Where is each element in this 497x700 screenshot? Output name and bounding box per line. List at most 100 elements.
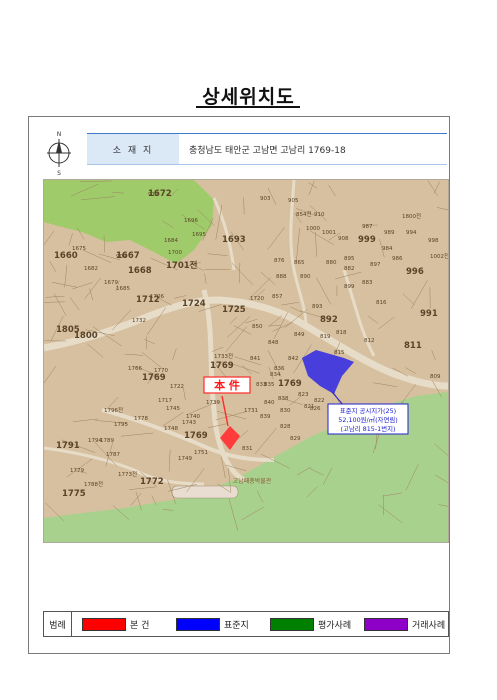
address-label: 소 재 지 bbox=[87, 134, 179, 164]
parcel-label: 1800전 bbox=[402, 212, 421, 220]
standard-note-line-2: 52,100원/㎡(자연림) bbox=[338, 415, 397, 424]
parcel-label: 991 bbox=[420, 309, 438, 319]
parcel-label: 854전 bbox=[296, 210, 312, 218]
parcel-label: 897 bbox=[370, 262, 381, 268]
parcel-label: 880 bbox=[326, 260, 337, 266]
parcel-label: 835 bbox=[264, 382, 275, 388]
parcel-label: 815 bbox=[334, 350, 345, 356]
legend-item-standard: 표준지 bbox=[176, 617, 260, 631]
legend-label-appraisal: 평가사례 bbox=[318, 620, 352, 631]
parcel-label: 1769 bbox=[210, 361, 234, 371]
parcel-label: 850 bbox=[252, 324, 263, 330]
parcel-label: 999 bbox=[358, 235, 376, 245]
parcel-label: 1795 bbox=[114, 422, 128, 428]
parcel-label: 895 bbox=[344, 256, 355, 262]
parcel-label: 1720 bbox=[250, 296, 264, 302]
parcel-label: 823 bbox=[298, 392, 309, 398]
legend-item-subject: 본 건 bbox=[82, 617, 166, 631]
parcel-label: 816 bbox=[376, 300, 387, 306]
parcel-label: 1717 bbox=[158, 398, 172, 404]
legend-label-standard: 표준지 bbox=[224, 620, 249, 631]
parcel-label: 989 bbox=[384, 230, 395, 236]
map-canvas[interactable]: 1672166716931668 1701전1724172517121805180… bbox=[44, 180, 448, 542]
parcel-label: 1701전 bbox=[166, 260, 198, 271]
parcel-label: 892 bbox=[320, 315, 338, 325]
parcel-label: 836 bbox=[274, 366, 285, 372]
map-legend: 범례 본 건 표준지 평가사례 거래사례 bbox=[43, 611, 449, 637]
title-underline bbox=[196, 106, 300, 108]
parcel-label: 1724 bbox=[182, 299, 206, 309]
parcel-label: 857 bbox=[272, 294, 283, 300]
parcel-label: 1789 bbox=[100, 438, 114, 444]
parcel-label: 876 bbox=[274, 258, 285, 264]
parcel-label: 1778 bbox=[134, 416, 148, 422]
parcel-label: 1725 bbox=[222, 305, 246, 315]
subject-label: 本 件 bbox=[214, 378, 240, 392]
parcel-label: 883 bbox=[362, 280, 373, 286]
parcel-label: 1685 bbox=[116, 286, 130, 292]
parcel-label: 1696 bbox=[184, 218, 198, 224]
parcel-label: 829 bbox=[290, 436, 301, 442]
parcel-label: 994 bbox=[406, 230, 417, 236]
parcel-label: 1700 bbox=[168, 250, 182, 256]
parcel-label: 1772 bbox=[140, 477, 164, 487]
parcel-label: 1769 bbox=[184, 431, 208, 441]
parcel-label: 909 bbox=[116, 254, 127, 260]
parcel-label: 1745 bbox=[166, 406, 180, 412]
parcel-label: 839 bbox=[260, 414, 271, 420]
legend-swatch-appraisal bbox=[270, 617, 314, 631]
parcel-label: 1682 bbox=[84, 266, 98, 272]
parcel-label: 838 bbox=[278, 396, 289, 402]
parcel-label: 1733전 bbox=[214, 352, 233, 360]
parcel-label: 1684 bbox=[164, 238, 178, 244]
legend-item-transaction: 거래사례 bbox=[364, 617, 448, 631]
parcel-label: 840 bbox=[264, 400, 275, 406]
legend-title: 범례 bbox=[44, 612, 72, 636]
parcel-label: 1800 bbox=[74, 331, 98, 341]
parcel-label: 1001 bbox=[322, 230, 336, 236]
parcel-label: 818 bbox=[336, 330, 347, 336]
parcel-label: 1788전 bbox=[84, 480, 103, 488]
cadastral-map[interactable]: 1672 1667 1693 1668 1701전 1724 1725 1712 1805 180… bbox=[43, 179, 449, 543]
parcel-label: 905 bbox=[288, 198, 299, 204]
compass-north-label: N bbox=[57, 131, 62, 138]
parcel-label: 841 bbox=[250, 356, 261, 362]
parcel-label: 1794 bbox=[88, 438, 102, 444]
legend-label-transaction: 거래사례 bbox=[412, 620, 446, 631]
address-value: 충청남도 태안군 고남면 고남리 1769-18 bbox=[189, 145, 346, 156]
parcel-label: 1675 bbox=[72, 246, 86, 252]
parcel-label: 1002전 bbox=[430, 252, 448, 260]
parcel-label: 1751 bbox=[194, 450, 208, 456]
legend-swatch-subject bbox=[82, 617, 126, 631]
parcel-label: 830 bbox=[280, 408, 291, 414]
parcel-label: 987 bbox=[362, 224, 373, 230]
parcel-label: 1770 bbox=[154, 368, 168, 374]
parcel-label: 819 bbox=[320, 334, 331, 340]
parcel-label: 1769 bbox=[278, 379, 302, 389]
parcel-label: 1731 bbox=[244, 408, 258, 414]
map-frame: N S 소 재 지 충청남도 태안군 고남면 고남리 1769-18 1672 1… bbox=[28, 116, 450, 654]
parcel-label: 1787 bbox=[106, 452, 120, 458]
parcel-label: 1000 bbox=[306, 226, 320, 232]
parcel-label: 1779 bbox=[70, 468, 84, 474]
parcel-label: 811 bbox=[404, 341, 422, 351]
parcel-label: 1695 bbox=[192, 232, 206, 238]
parcel-label: 998 bbox=[428, 238, 439, 244]
parcel-label: 890 bbox=[300, 274, 311, 280]
parcel-label: 849 bbox=[294, 332, 305, 338]
parcel-label: 912 bbox=[148, 192, 159, 198]
parcel-label: 1693 bbox=[222, 235, 246, 245]
parcel-label: 842 bbox=[288, 356, 299, 362]
legend-label-subject: 본 건 bbox=[130, 620, 150, 631]
standard-note-line-1: 표준지 공시지가(25) bbox=[340, 406, 396, 415]
parcel-label: 996 bbox=[406, 267, 424, 277]
parcel-label: 1740 bbox=[186, 414, 200, 420]
parcel-label: 1769 bbox=[142, 373, 166, 383]
parcel-label: 1732 bbox=[132, 318, 146, 324]
parcel-label: 1660 bbox=[54, 251, 78, 261]
parcel-label: 831 bbox=[242, 446, 253, 452]
parcel-label: 865 bbox=[294, 260, 305, 266]
parcel-label: 903 bbox=[260, 196, 271, 202]
parcel-label: 821 bbox=[304, 404, 315, 410]
compass-south-label: S bbox=[57, 170, 61, 177]
